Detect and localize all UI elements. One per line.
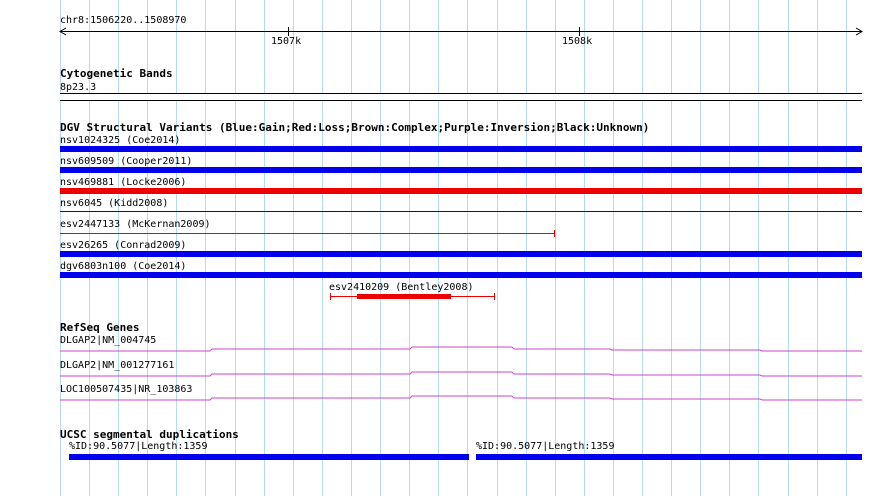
dgv-feature-nsv6045[interactable]	[60, 211, 862, 212]
tick-label-1507k: 1507k	[271, 36, 302, 47]
tick-label-1508k: 1508k	[562, 36, 593, 47]
genome-browser-view: chr8:1506220..1508970 1507k 1508k Cytoge…	[0, 0, 890, 496]
dgv-label-dgv6803n100: dgv6803n100 (Coe2014)	[60, 261, 187, 272]
scale-ruler	[59, 27, 863, 36]
dgv-label-nsv609509: nsv609509 (Cooper2011)	[60, 156, 193, 167]
gene-model-nr-103863[interactable]	[0, 388, 890, 404]
dgv-feature-esv2410209[interactable]	[0, 290, 890, 302]
track-title-dgv: DGV Structural Variants (Blue:Gain;Red:L…	[60, 121, 650, 134]
dgv-label-nsv1024325: nsv1024325 (Coe2014)	[60, 135, 181, 146]
track-title-refseq: RefSeq Genes	[60, 321, 140, 334]
gene-model-nm-001277161[interactable]	[0, 364, 890, 380]
track-title-segdups: UCSC segmental duplications	[60, 428, 239, 441]
dgv-label-nsv469881: nsv469881 (Locke2006)	[60, 177, 187, 188]
segdup-label-1: %ID:90.5077|Length:1359	[69, 441, 208, 452]
cytoband-label: 8p23.3	[60, 82, 97, 93]
dgv-feature-nsv1024325[interactable]	[60, 146, 862, 152]
gene-model-nm-004745[interactable]	[0, 340, 890, 356]
segdup-label-2: %ID:90.5077|Length:1359	[476, 441, 615, 452]
dgv-feature-nsv469881[interactable]	[60, 188, 862, 194]
dgv-feature-nsv609509[interactable]	[60, 167, 862, 173]
segdup-feature-1[interactable]	[69, 454, 469, 460]
cytoband-bar[interactable]	[60, 93, 862, 101]
dgv-feature-esv26265[interactable]	[60, 251, 862, 257]
dgv-feature-esv2447133[interactable]	[0, 228, 890, 240]
dgv-label-nsv6045: nsv6045 (Kidd2008)	[60, 198, 169, 209]
segdup-feature-2[interactable]	[476, 454, 862, 460]
dgv-label-esv26265: esv26265 (Conrad2009)	[60, 240, 187, 251]
track-title-cytobands: Cytogenetic Bands	[60, 67, 173, 80]
dgv-feature-dgv6803n100[interactable]	[60, 272, 862, 278]
